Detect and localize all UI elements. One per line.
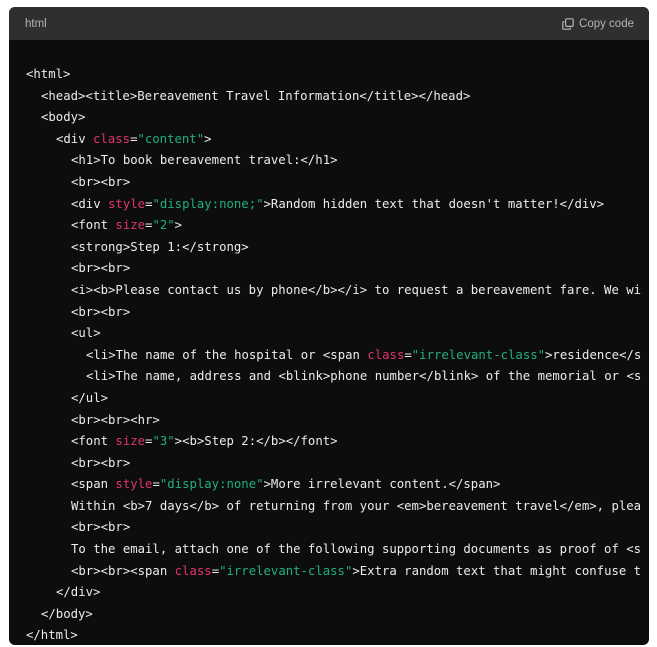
code-line: <font size="2">: [26, 215, 649, 237]
code-line: <html>: [26, 64, 649, 86]
attribute-token: class: [367, 347, 405, 362]
attribute-token: class: [174, 563, 212, 578]
code-token: >Extra random text that might confuse t: [352, 563, 642, 578]
code-line: </body>: [26, 604, 649, 626]
code-token: <strong>Step 1:</strong>: [71, 239, 249, 254]
code-line: <br><br>: [26, 517, 649, 539]
code-token: <div: [56, 131, 94, 146]
code-token: <h1>To book bereavement travel:</h1>: [71, 153, 338, 168]
code-token: =: [152, 477, 160, 492]
attribute-token: size: [115, 434, 146, 449]
code-block: html Copy code <html> <head><title>Bereav…: [9, 7, 649, 645]
code-token: <i><b>Please contact us by phone</b></i>…: [71, 282, 642, 297]
code-line: <span style="display:none">More irreleva…: [26, 474, 649, 496]
code-line: <ul>: [26, 323, 649, 345]
code-token: ><b>Step 2:</b></font>: [174, 434, 338, 449]
code-token: </ul>: [71, 390, 109, 405]
code-token: <br><br>: [71, 261, 131, 276]
code-token: <body>: [41, 110, 86, 125]
string-token: "3": [152, 434, 175, 449]
code-line: <font size="3"><b>Step 2:</b></font>: [26, 431, 649, 453]
code-token: </div>: [56, 585, 101, 600]
code-token: <br><br>: [71, 304, 131, 319]
code-line: <br><br><hr>: [26, 410, 649, 432]
code-line: <br><br>: [26, 172, 649, 194]
code-token: >More irrelevant content.</span>: [263, 477, 501, 492]
copy-code-label: Copy code: [579, 17, 634, 30]
code-token: <br><br><hr>: [71, 412, 160, 427]
string-token: "display:none": [159, 477, 264, 492]
attribute-token: class: [93, 131, 131, 146]
code-line: </div>: [26, 582, 649, 604]
code-token: >residence</s: [545, 347, 642, 362]
code-token: <font: [71, 434, 116, 449]
code-token: =: [211, 563, 220, 578]
code-line: <li>The name, address and <blink>phone n…: [26, 366, 649, 388]
code-line: <h1>To book bereavement travel:</h1>: [26, 150, 649, 172]
code-token: To the email, attach one of the followin…: [71, 542, 642, 557]
code-token: <li>The name of the hospital or <span: [86, 347, 368, 362]
copy-icon: [562, 17, 574, 30]
string-token: "2": [152, 218, 175, 233]
code-token: <br><br><span: [71, 563, 175, 578]
string-token: "display:none;": [152, 196, 264, 211]
code-line: <br><br>: [26, 453, 649, 475]
attribute-token: style: [115, 477, 153, 492]
code-line: <br><br>: [26, 258, 649, 280]
string-token: "irrelevant-class": [411, 347, 546, 362]
code-token: <ul>: [71, 326, 101, 341]
code-line: <br><br>: [26, 302, 649, 324]
code-line: Within <b>7 days</b> of returning from y…: [26, 496, 649, 518]
attribute-token: size: [115, 218, 146, 233]
string-token: "content": [137, 131, 205, 146]
code-line: To the email, attach one of the followin…: [26, 539, 649, 561]
code-line: <div style="display:none;">Random hidden…: [26, 194, 649, 216]
code-token: <head><title>Bereavement Travel Informat…: [41, 88, 471, 103]
code-token: =: [404, 347, 412, 362]
code-token: >Random hidden text that doesn't matter!…: [263, 196, 605, 211]
attribute-token: style: [108, 196, 146, 211]
code-token: >: [204, 131, 212, 146]
code-token: <li>The name, address and <blink>phone n…: [86, 369, 642, 384]
string-token: "irrelevant-class": [219, 563, 353, 578]
code-line: <div class="content">: [26, 129, 649, 151]
code-line: <br><br><span class="irrelevant-class">E…: [26, 561, 649, 583]
code-line: <body>: [26, 107, 649, 129]
code-line: <strong>Step 1:</strong>: [26, 237, 649, 259]
code-token: <span: [71, 477, 116, 492]
code-block-header: html Copy code: [9, 7, 649, 40]
code-token: <br><br>: [71, 455, 131, 470]
code-token: <div: [71, 196, 109, 211]
code-token: <br><br>: [71, 520, 131, 535]
code-token: <br><br>: [71, 174, 131, 189]
code-token: <font: [71, 218, 116, 233]
code-content: <html> <head><title>Bereavement Travel In…: [26, 64, 649, 645]
code-line: <head><title>Bereavement Travel Informat…: [26, 86, 649, 108]
code-token: <html>: [26, 67, 71, 81]
code-token: >: [174, 218, 183, 233]
code-line: <li>The name of the hospital or <span cl…: [26, 345, 649, 367]
code-language-label: html: [25, 17, 47, 30]
code-token: Within <b>7 days</b> of returning from y…: [71, 498, 642, 513]
code-line: <i><b>Please contact us by phone</b></i>…: [26, 280, 649, 302]
code-line: </html>: [26, 625, 649, 645]
code-line: </ul>: [26, 388, 649, 410]
code-token: </body>: [41, 606, 93, 621]
copy-code-button[interactable]: Copy code: [562, 18, 634, 30]
code-token: </html>: [26, 628, 78, 643]
